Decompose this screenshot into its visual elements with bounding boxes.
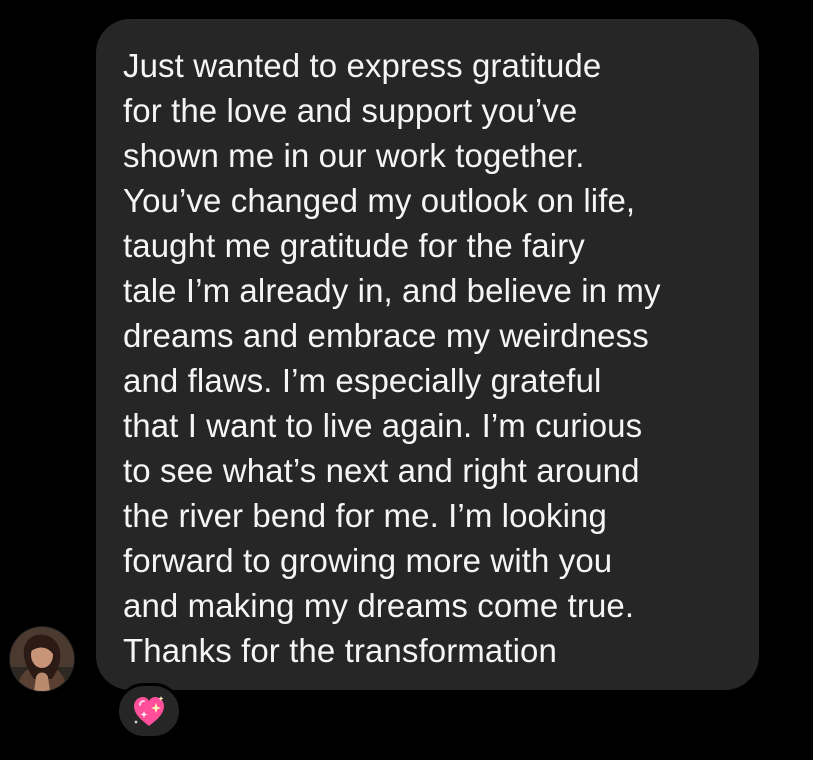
message-bubble[interactable]: Just wanted to express gratitude for the… [96, 19, 759, 690]
message-text: Just wanted to express gratitude for the… [123, 43, 739, 673]
chat-screen: Just wanted to express gratitude for the… [0, 0, 813, 760]
reaction-badge[interactable] [116, 683, 182, 739]
message-line: for the love and support you’ve [123, 92, 578, 129]
message-line: Thanks for the transformation [123, 632, 557, 669]
message-line: shown me in our work together. [123, 137, 585, 174]
avatar[interactable] [10, 627, 74, 691]
sparkling-heart-icon [134, 696, 164, 726]
message-line: dreams and embrace my weirdness [123, 317, 649, 354]
message-line: tale I’m already in, and believe in my [123, 272, 661, 309]
message-line: forward to growing more with you [123, 542, 613, 579]
message-line: Just wanted to express gratitude [123, 47, 602, 84]
message-line: the river bend for me. I’m looking [123, 497, 607, 534]
avatar-photo [10, 627, 74, 691]
message-line: that I want to live again. I’m curious [123, 407, 643, 444]
message-line: taught me gratitude for the fairy [123, 227, 585, 264]
message-line: and making my dreams come true. [123, 587, 635, 624]
message-line: and flaws. I’m especially grateful [123, 362, 602, 399]
message-line: You’ve changed my outlook on life, [123, 182, 636, 219]
message-line: to see what’s next and right around [123, 452, 640, 489]
